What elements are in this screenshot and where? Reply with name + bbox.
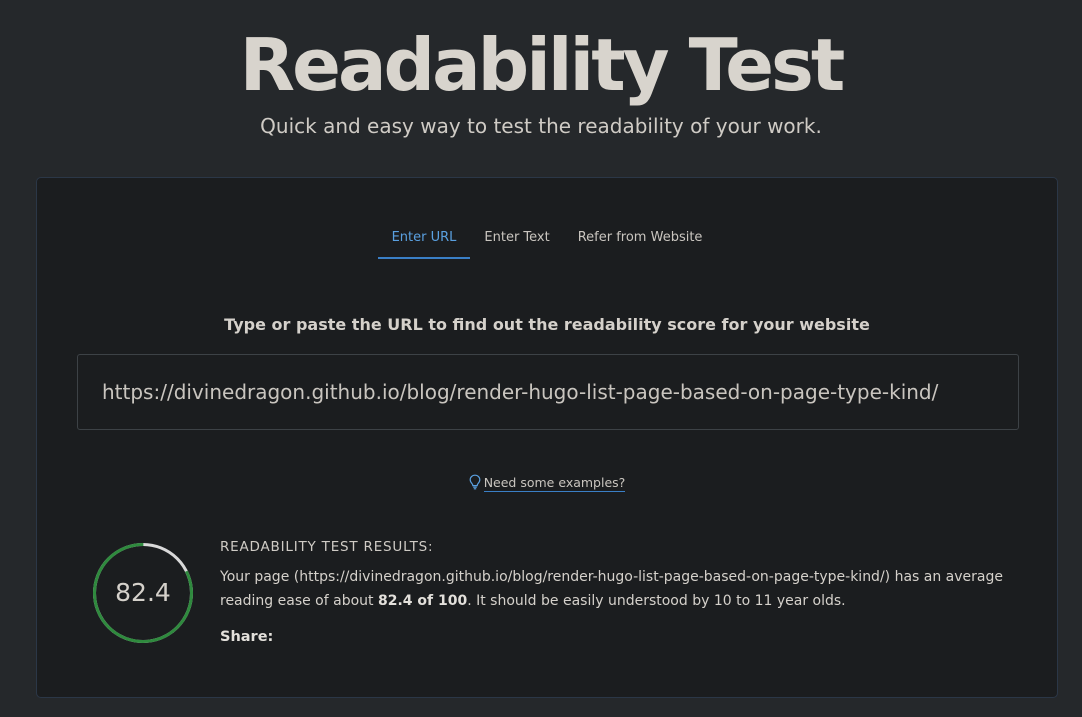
score-value: 82.4 (115, 578, 171, 607)
results-panel: READABILITY TEST RESULTS: Your page (htt… (220, 539, 1020, 645)
results-description: Your page (https://divinedragon.github.i… (220, 565, 1020, 613)
tab-enter-url[interactable]: Enter URL (377, 230, 471, 259)
score-gauge: 82.4 (91, 541, 195, 645)
url-prompt: Type or paste the URL to find out the re… (224, 315, 870, 334)
share-label: Share: (220, 629, 274, 645)
readability-card: Enter URL Enter Text Refer from Website … (36, 177, 1058, 698)
page-subtitle: Quick and easy way to test the readabili… (260, 114, 822, 138)
page-title: Readability Test (239, 23, 846, 107)
results-text-suffix: . It should be easily understood by 10 t… (467, 593, 846, 609)
url-input[interactable] (77, 354, 1019, 430)
results-text-score: 82.4 of 100 (377, 593, 468, 609)
page-header: Readability Test Quick and easy way to t… (0, 0, 1082, 138)
tab-enter-text[interactable]: Enter Text (470, 230, 563, 259)
examples-link-row: Need some examples? (37, 474, 1057, 493)
lightbulb-icon (469, 474, 481, 493)
need-examples-link[interactable]: Need some examples? (483, 475, 626, 492)
results-heading: READABILITY TEST RESULTS: (220, 539, 434, 555)
tab-bar: Enter URL Enter Text Refer from Website (37, 230, 1057, 259)
tab-refer-from-website[interactable]: Refer from Website (564, 230, 717, 259)
